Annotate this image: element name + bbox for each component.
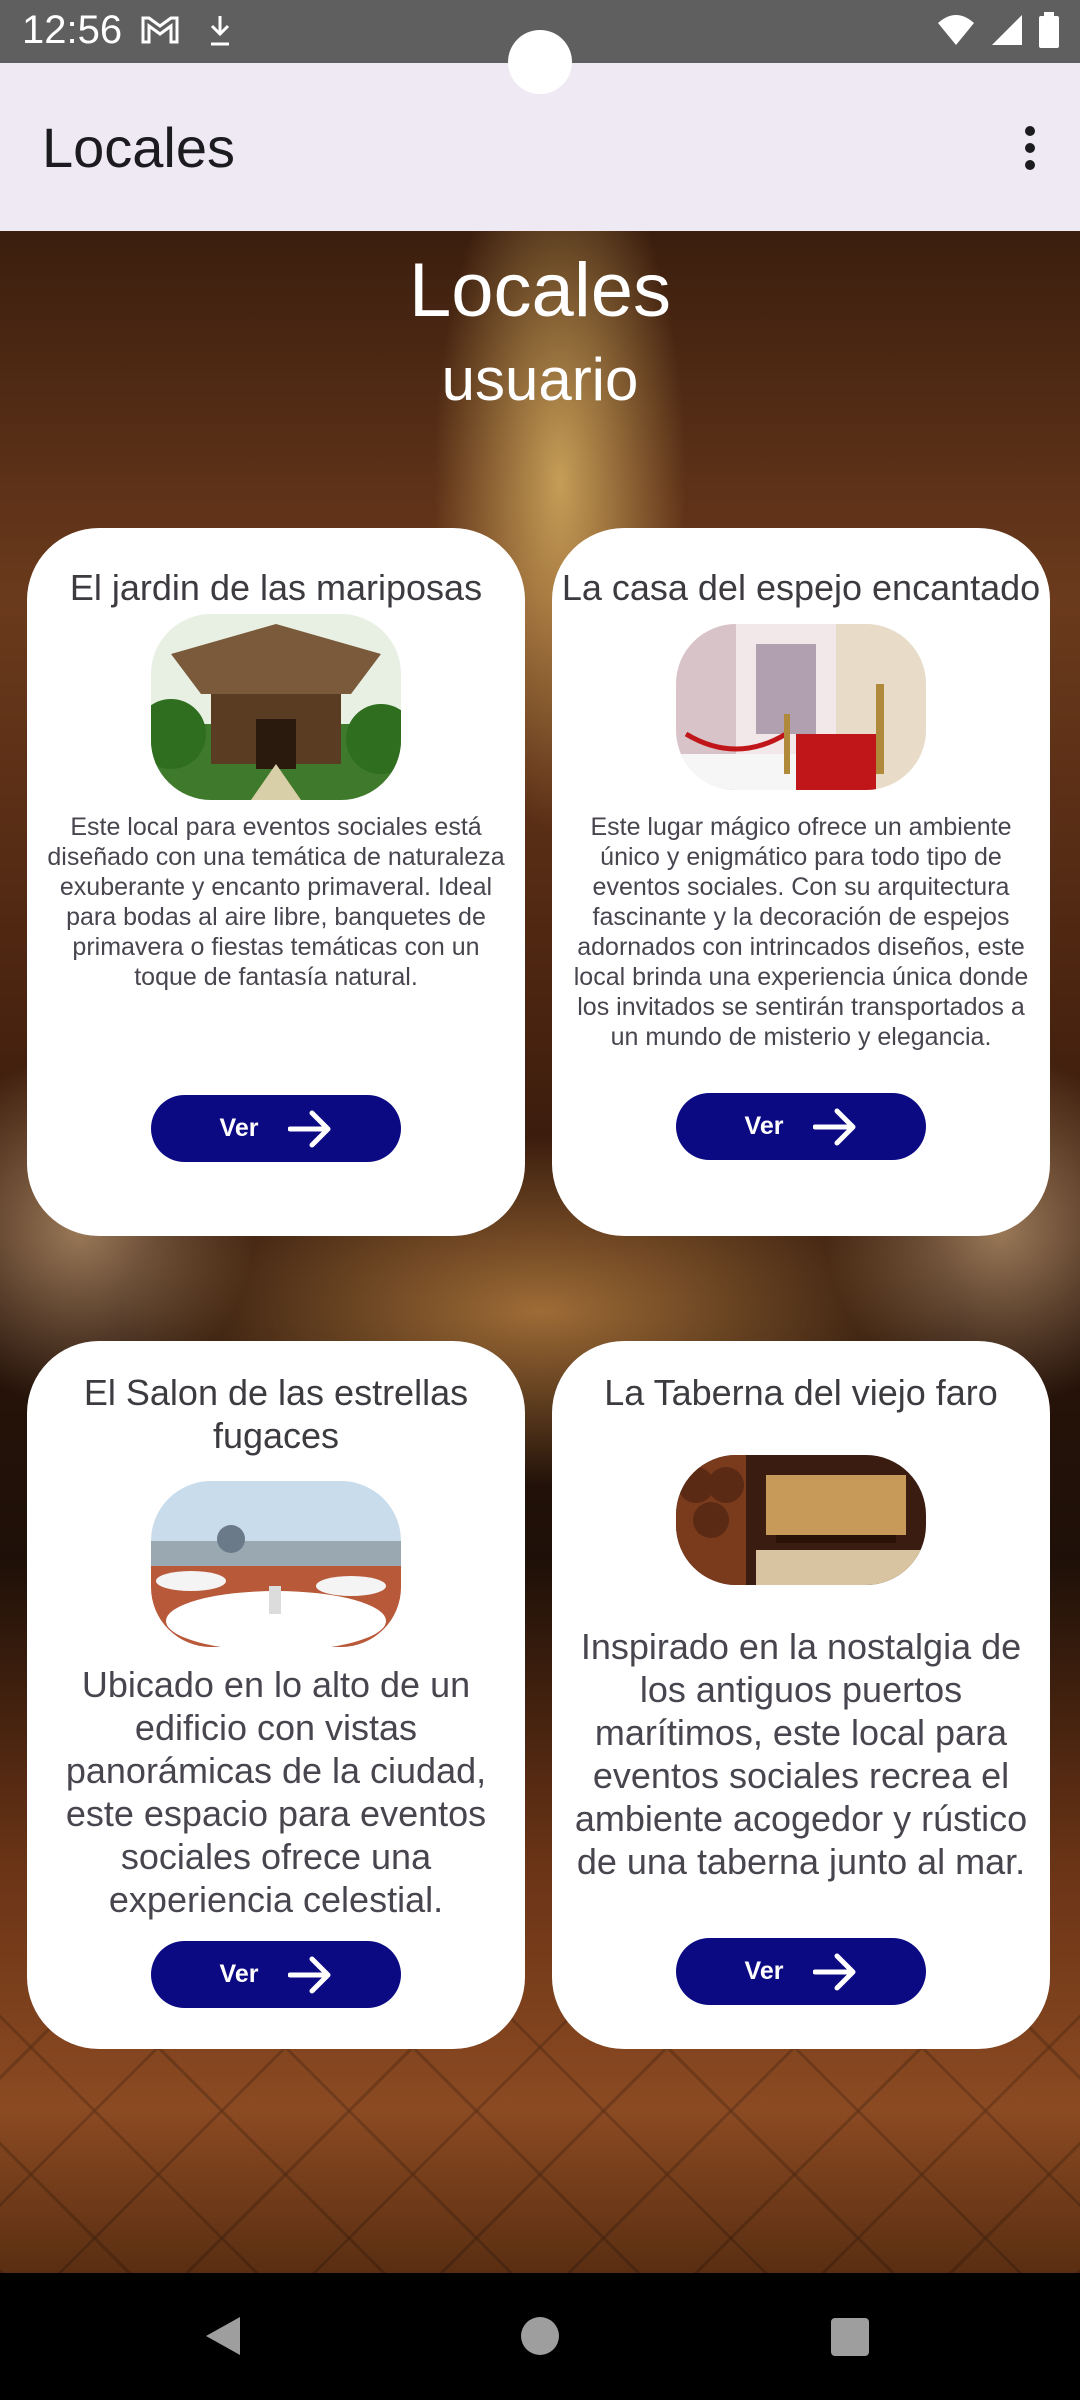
card-title: El jardin de las mariposas (69, 567, 483, 608)
status-icons (936, 12, 1060, 48)
ver-button-label: Ver (219, 1960, 259, 1988)
venue-card: La Taberna del viejo faro Inspirado en l… (552, 1341, 1050, 2049)
gmail-icon (141, 16, 179, 44)
navigation-bar (0, 2273, 1080, 2400)
card-description: Ubicado en lo alto de un edificio con vi… (65, 1664, 487, 1920)
card-title: La Taberna del viejo faro (604, 1372, 998, 1413)
arrow-forward-icon (813, 1108, 856, 1145)
card-image (151, 614, 401, 800)
battery-icon (1039, 12, 1059, 48)
ver-button-label: Ver (744, 1112, 784, 1140)
arrow-forward-icon (813, 1953, 856, 1990)
venue-card: El jardin de las mariposas Este local pa… (27, 528, 525, 1236)
home-icon[interactable] (521, 2317, 559, 2355)
card-description: Este lugar mágico ofrece un ambiente úni… (573, 813, 1029, 1051)
ver-button[interactable]: Ver (676, 1093, 926, 1160)
arrow-forward-icon (288, 1956, 331, 1993)
more-vert-icon[interactable] (1020, 121, 1040, 173)
card-title: La casa del espejo encantado (561, 567, 1041, 608)
card-image (676, 1455, 926, 1585)
card-image (151, 1481, 401, 1647)
arrow-forward-icon (288, 1110, 331, 1147)
recents-icon[interactable] (831, 2318, 869, 2356)
app-title: Locales (42, 116, 236, 179)
venue-card: La casa del espejo encantado Este lugar … (552, 528, 1050, 1236)
status-time: 12:56 (22, 8, 123, 52)
venue-card: El Salon de las estrellas fugaces Ubicad… (27, 1341, 525, 2049)
card-image (676, 624, 926, 790)
signal-icon (992, 15, 1022, 45)
card-title: El Salon de las estrellas fugaces (83, 1372, 469, 1456)
wifi-icon (938, 15, 974, 45)
ver-button[interactable]: Ver (676, 1938, 926, 2005)
download-icon (210, 16, 230, 46)
card-description: Este local para eventos sociales está di… (47, 813, 505, 991)
page-subtitle: usuario (441, 346, 639, 413)
card-description: Inspirado en la nostalgia de los antiguo… (574, 1626, 1028, 1882)
ver-button-label: Ver (744, 1957, 784, 1985)
content-area[interactable]: Locales usuario El jardin de las maripos… (0, 231, 1080, 2273)
ver-button-label: Ver (219, 1114, 259, 1142)
ver-button[interactable]: Ver (151, 1095, 401, 1162)
page-title: Locales (409, 248, 671, 333)
back-icon[interactable] (200, 2313, 246, 2359)
camera-cutout (508, 30, 572, 94)
ver-button[interactable]: Ver (151, 1941, 401, 2008)
